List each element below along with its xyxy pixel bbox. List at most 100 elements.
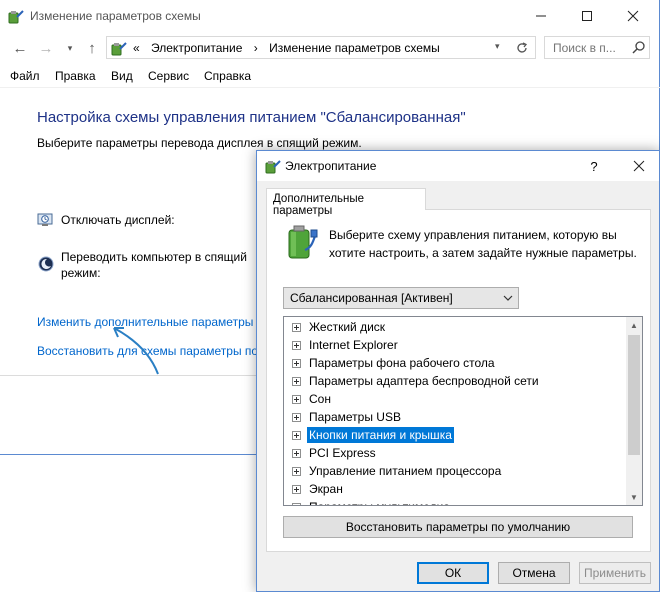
restore-defaults-button[interactable]: Восстановить параметры по умолчанию [283,516,633,538]
close-button[interactable] [610,0,656,32]
tree-item-label: Сон [309,392,331,406]
tree-item[interactable]: Управление питанием процессора [284,462,624,480]
expand-plus-icon[interactable] [292,395,301,404]
forward-arrow-icon: → [38,39,54,57]
minimize-icon [536,15,546,17]
expand-plus-icon[interactable] [292,323,301,332]
expand-plus-icon[interactable] [292,503,301,505]
tab-panel: Выберите схему управления питанием, кото… [266,209,651,552]
expand-plus-icon[interactable] [292,485,301,494]
dialog-close-button[interactable] [619,151,659,181]
search-icon[interactable] [631,40,647,56]
address-bar[interactable]: « Электропитание › Изменение параметров … [106,36,536,59]
breadcrumb-separator[interactable]: › [254,41,258,55]
recent-locations-button[interactable]: ▾ [60,38,80,58]
cancel-button[interactable]: Отмена [498,562,570,584]
page-title: Настройка схемы управления питанием "Сба… [37,109,466,126]
search-box[interactable] [544,36,650,59]
menu-tools[interactable]: Сервис [148,69,189,83]
expand-plus-icon[interactable] [292,467,301,476]
maximize-icon [582,11,592,21]
expand-plus-icon[interactable] [292,449,301,458]
breadcrumb-overflow[interactable]: « [133,41,140,55]
tree-item[interactable]: Параметры адаптера беспроводной сети [284,372,624,390]
display-clock-icon [37,213,53,226]
tree-item[interactable]: Параметры мультимедиа [284,498,624,505]
menu-edit[interactable]: Правка [55,69,96,83]
maximize-button[interactable] [564,0,610,32]
breadcrumb-power-options[interactable]: Электропитание [151,41,242,55]
tree-item[interactable]: Жесткий диск [284,318,624,336]
dialog-title: Электропитание [285,159,377,173]
window-title: Изменение параметров схемы [30,9,201,23]
tree-item-label: Экран [309,482,343,496]
expand-plus-icon[interactable] [292,359,301,368]
up-button[interactable]: ↑ [82,38,102,58]
up-arrow-icon: ↑ [88,39,96,57]
chevron-down-icon: ▾ [495,41,500,51]
search-input[interactable] [545,37,629,58]
tree-item-label: PCI Express [309,446,376,460]
apply-button[interactable]: Применить [579,562,651,584]
close-icon [633,160,645,172]
tree-item[interactable]: Кнопки питания и крышка [284,426,624,444]
expand-plus-icon[interactable] [292,431,301,440]
tree-item[interactable]: PCI Express [284,444,624,462]
tree-item-label: Управление питанием процессора [309,464,502,478]
power-options-dialog: Электропитание ? Дополнительные параметр… [256,150,660,592]
breadcrumb: « Электропитание › Изменение параметров … [133,41,448,55]
battery-plug-icon [288,225,318,259]
menu-file[interactable]: Файл [10,69,40,83]
tree-item[interactable]: Internet Explorer [284,336,624,354]
menu-view[interactable]: Вид [111,69,133,83]
power-scheme-value: Сбалансированная [Активен] [290,291,453,305]
control-panel-icon [111,42,127,56]
tree-item-label: Кнопки питания и крышка [307,427,454,443]
tree-item-label: Параметры мультимедиа [307,499,452,505]
breadcrumb-edit-plan[interactable]: Изменение параметров схемы [269,41,440,55]
close-icon [627,10,639,22]
tree-item[interactable]: Параметры USB [284,408,624,426]
scroll-up-icon[interactable]: ▲ [626,317,642,333]
tree-scrollbar[interactable]: ▲ ▼ [626,317,642,505]
dialog-title-bar: Электропитание ? [257,151,659,181]
tree-item-label: Internet Explorer [309,338,398,352]
annotation-arrow-icon [113,327,159,375]
minimize-button[interactable] [518,0,564,32]
menu-bar: Файл Правка Вид Сервис Справка [0,64,660,88]
tree-item[interactable]: Сон [284,390,624,408]
tree-item[interactable]: Параметры фона рабочего стола [284,354,624,372]
sleep-label-line2: режим: [61,266,101,280]
menu-help[interactable]: Справка [204,69,251,83]
refresh-icon[interactable] [515,41,529,55]
tree-item-label: Параметры фона рабочего стола [309,356,495,370]
scroll-thumb[interactable] [628,335,640,455]
power-options-icon [8,10,24,24]
display-off-label: Отключать дисплей: [61,213,175,227]
expand-plus-icon[interactable] [292,341,301,350]
help-button[interactable]: ? [577,151,611,181]
expand-plus-icon[interactable] [292,413,301,422]
chevron-down-icon [503,295,513,301]
address-dropdown-button[interactable]: ▾ [495,41,500,52]
tree-item-label: Жесткий диск [309,320,386,334]
tree-item[interactable]: Экран [284,480,624,498]
tree-item-label: Параметры USB [309,410,401,424]
tree-item-label: Параметры адаптера беспроводной сети [309,374,539,388]
expand-plus-icon[interactable] [292,377,301,386]
settings-tree: Параметры мультимедиа Экран Управление пит… [283,316,643,506]
panel-description: Выберите схему управления питанием, кото… [329,228,637,260]
title-bar: Изменение параметров схемы [0,0,660,32]
power-scheme-select[interactable]: Сбалансированная [Активен] [283,287,519,309]
forward-button[interactable]: → [36,38,56,58]
tab-advanced-settings[interactable]: Дополнительные параметры [266,188,426,217]
sleep-label-line1: Переводить компьютер в спящий [61,250,247,264]
scroll-down-icon[interactable]: ▼ [626,489,642,505]
ok-button[interactable]: ОК [417,562,489,584]
back-button[interactable]: ← [10,38,30,58]
chevron-down-icon: ▾ [67,42,73,53]
power-options-icon [265,160,281,174]
sleep-moon-icon [38,256,54,272]
page-subtitle: Выберите параметры перевода дисплея в сп… [37,136,362,150]
help-icon: ? [590,158,598,174]
